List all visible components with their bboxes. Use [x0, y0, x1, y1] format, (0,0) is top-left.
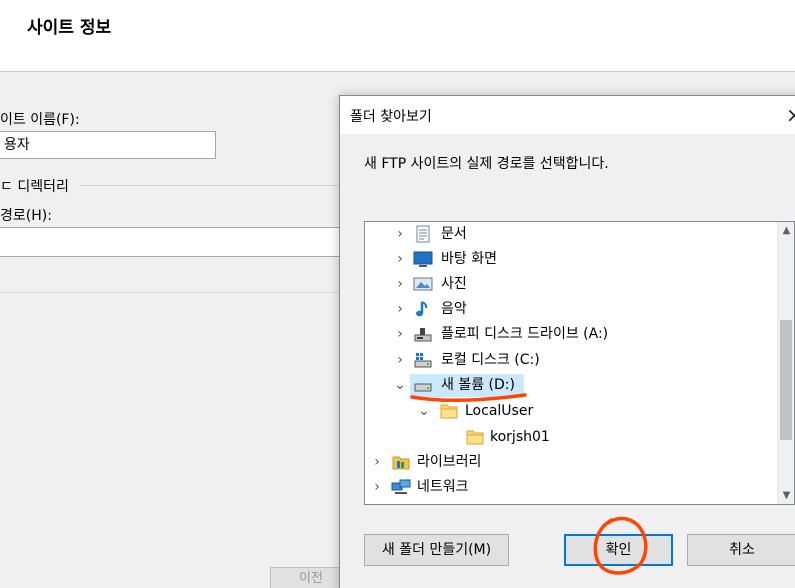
ok-button[interactable]: 확인: [564, 534, 673, 566]
wizard-header: 사이트 정보: [0, 0, 795, 72]
chevron-down-icon[interactable]: ⌄: [391, 373, 409, 397]
chevron-right-icon[interactable]: ›: [391, 222, 409, 246]
network-icon: [391, 478, 411, 496]
tree-item-label: 문서: [441, 226, 467, 242]
chevron-right-icon[interactable]: ›: [368, 475, 386, 499]
documents-icon: [413, 225, 433, 243]
site-name-input[interactable]: 용자: [0, 131, 216, 159]
tree-item-label: 음악: [441, 301, 467, 317]
libraries-icon: [391, 453, 411, 471]
tree-item-label: LocalUser: [465, 403, 534, 419]
chevron-right-icon[interactable]: ›: [391, 272, 409, 296]
tree-item-label: 플로피 디스크 드라이브 (A:): [441, 326, 609, 342]
drive-icon: [413, 376, 433, 394]
pictures-icon: [413, 275, 433, 293]
close-icon[interactable]: ×: [786, 102, 795, 128]
chevron-down-icon[interactable]: ⌄: [415, 399, 433, 423]
scroll-thumb[interactable]: [780, 320, 792, 440]
wizard-divider: [0, 292, 340, 293]
site-name-label: 이트 이름(F):: [0, 112, 80, 128]
folder-tree: › 문서 › 바탕 화면 › 사진 › 음악 › 플로피 디스크 드라이브 (A:) › 로컬 디스크…: [364, 221, 795, 505]
tree-item[interactable]: › 사진: [365, 272, 772, 296]
tree-item-label: 로컬 디스크 (C:): [441, 352, 540, 368]
scroll-down-icon[interactable]: ▼: [778, 487, 794, 504]
dialog-titlebar: 폴더 찾아보기 ×: [340, 96, 795, 134]
chevron-right-icon[interactable]: ›: [391, 247, 409, 271]
dialog-cancel-button[interactable]: 취소: [687, 534, 795, 566]
tree-item[interactable]: › 로컬 디스크 (C:): [365, 348, 772, 372]
physical-path-input[interactable]: [0, 227, 344, 257]
tree-item-label: korjsh01: [490, 429, 550, 445]
wizard-title: 사이트 정보: [27, 18, 112, 38]
physical-path-label: 경로(H):: [0, 208, 52, 224]
tree-scrollbar[interactable]: ▲ ▼: [777, 222, 794, 504]
tree-item-label: 네트워크: [417, 479, 469, 495]
tree-item[interactable]: korjsh01: [365, 425, 772, 449]
chevron-right-icon[interactable]: ›: [391, 348, 409, 372]
tree-item-label: 새 볼륨 (D:): [441, 377, 515, 393]
folder-icon: [439, 402, 459, 420]
chevron-right-icon[interactable]: ›: [368, 450, 386, 474]
tree-item-label: 바탕 화면: [441, 251, 497, 267]
dialog-instruction: 새 FTP 사이트의 실제 경로를 선택합니다.: [364, 156, 609, 172]
tree-item[interactable]: › 라이브러리: [365, 450, 772, 474]
dialog-title: 폴더 찾아보기: [350, 109, 432, 125]
content-directory-label: ㄷ 디렉터리: [0, 179, 69, 195]
tree-item[interactable]: › 음악: [365, 297, 772, 321]
tree-item[interactable]: › 플로피 디스크 드라이브 (A:): [365, 322, 772, 346]
chevron-right-icon[interactable]: ›: [391, 322, 409, 346]
tree-item-label: 라이브러리: [417, 454, 482, 470]
tree-item[interactable]: › 문서: [365, 222, 772, 246]
tree-item-label: 사진: [441, 276, 467, 292]
desktop-icon: [413, 250, 433, 268]
new-folder-button[interactable]: 새 폴더 만들기(M): [364, 534, 509, 566]
scroll-up-icon[interactable]: ▲: [778, 222, 794, 239]
tree-item[interactable]: › 네트워크: [365, 475, 772, 499]
floppy-drive-icon: [413, 325, 433, 343]
music-icon: [413, 300, 433, 318]
tree-item[interactable]: ⌄ LocalUser: [365, 399, 772, 423]
chevron-right-icon[interactable]: ›: [391, 297, 409, 321]
local-disk-icon: [413, 351, 433, 369]
tree-item[interactable]: ⌄ 새 볼륨 (D:): [365, 373, 772, 397]
group-divider: [80, 185, 340, 186]
tree-item[interactable]: › 바탕 화면: [365, 247, 772, 271]
browse-folder-dialog: 폴더 찾아보기 × 새 FTP 사이트의 실제 경로를 선택합니다. › 문서 › 바…: [339, 95, 795, 588]
folder-icon: [465, 428, 485, 446]
